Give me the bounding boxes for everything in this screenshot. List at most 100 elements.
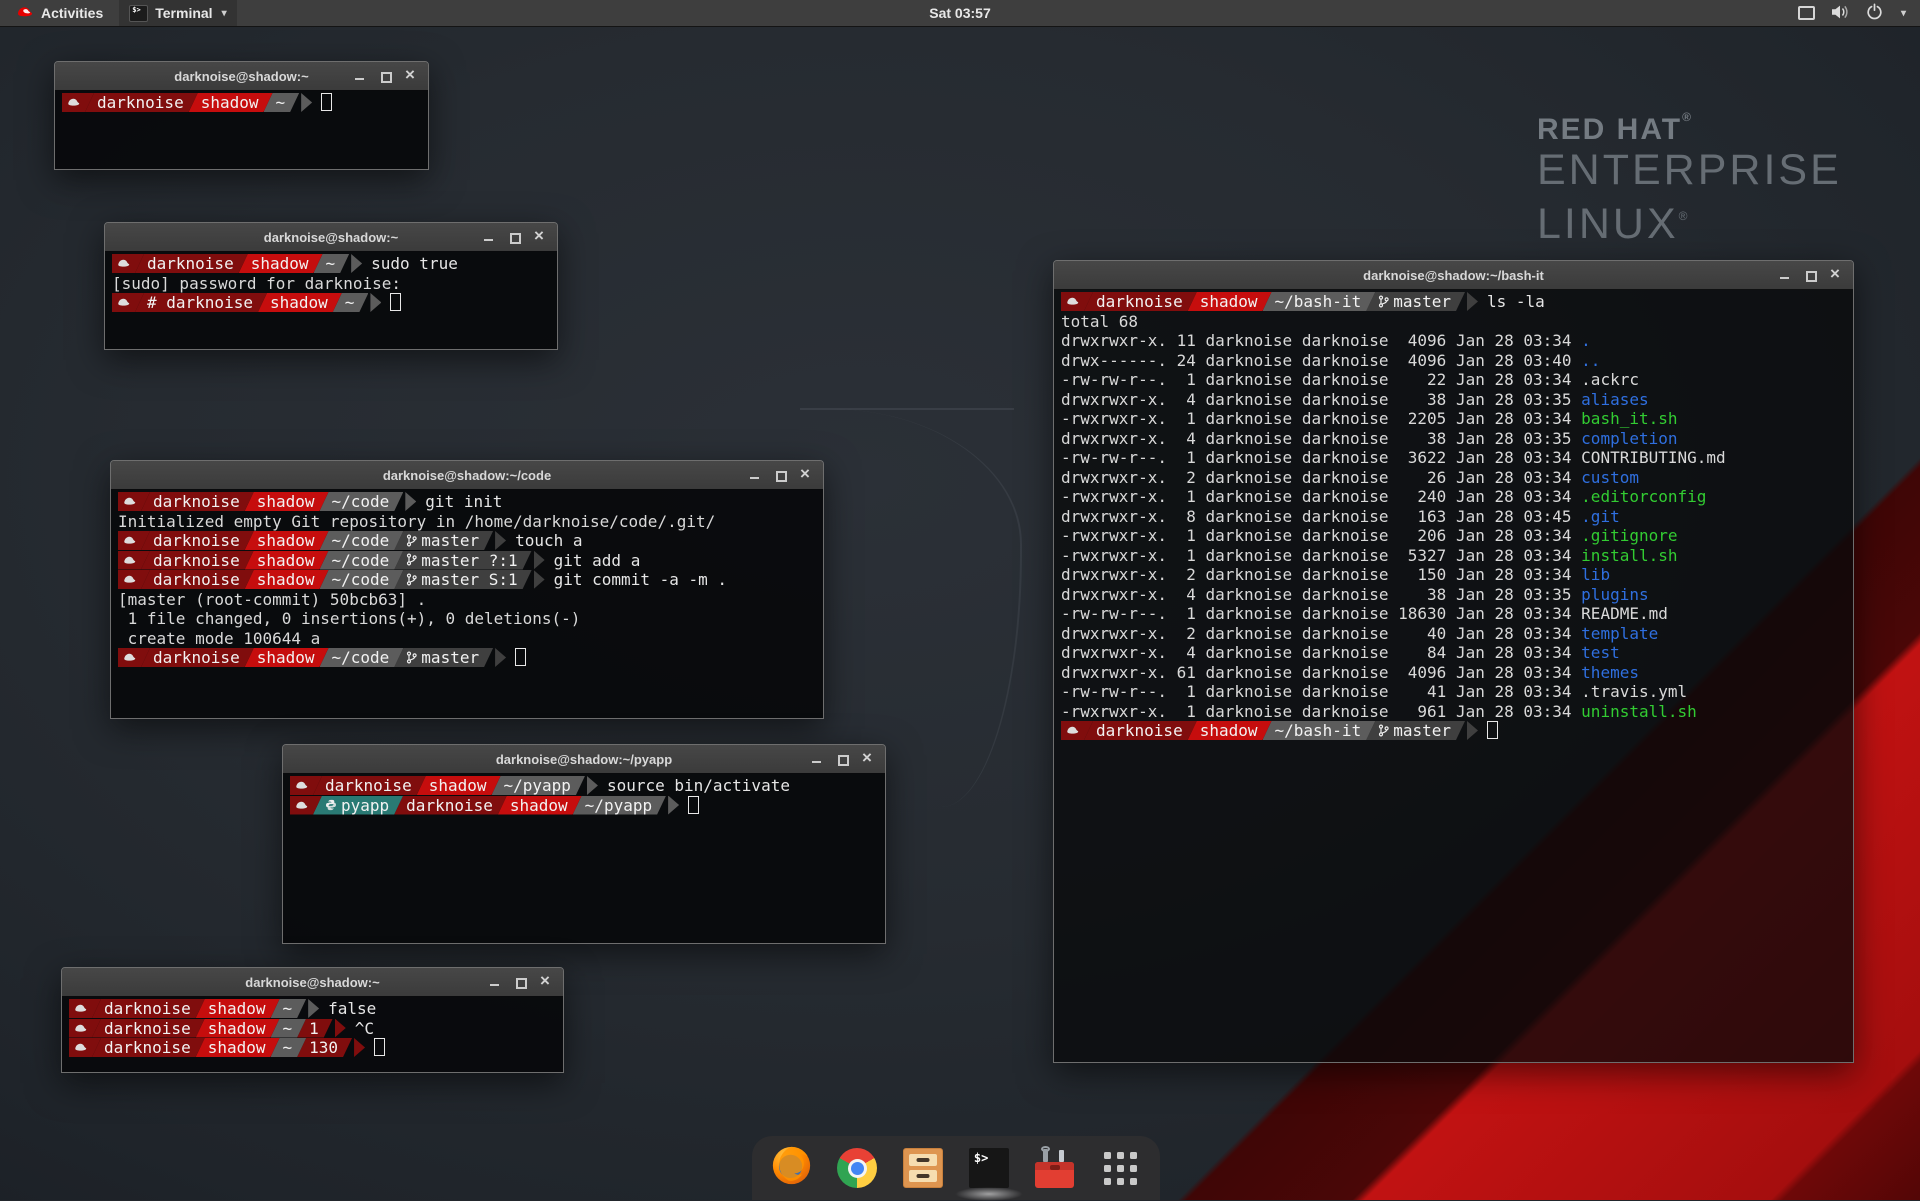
prompt-line: darknoiseshadow~sudo true bbox=[112, 254, 557, 274]
prompt-segment-user: darknoise bbox=[141, 551, 254, 570]
dock-item-terminal[interactable] bbox=[969, 1148, 1010, 1189]
toolbox-icon bbox=[1034, 1148, 1075, 1189]
ls-row: -rw-rw-r--. 1 darknoise darknoise 41 Jan… bbox=[1061, 682, 1853, 702]
volume-icon[interactable] bbox=[1831, 4, 1850, 23]
terminal-content[interactable]: darknoiseshadow~falsedarknoiseshadow~1^C… bbox=[62, 996, 563, 1072]
window-titlebar[interactable]: darknoise@shadow:~/bash-it bbox=[1054, 261, 1853, 290]
prompt-segment-host: shadow bbox=[196, 1038, 280, 1057]
ls-row: -rwxrwxr-x. 1 darknoise darknoise 240 Ja… bbox=[1061, 487, 1853, 507]
ls-row: -rwxrwxr-x. 1 darknoise darknoise 206 Ja… bbox=[1061, 526, 1853, 546]
close-button[interactable] bbox=[406, 71, 417, 82]
clock-label[interactable]: Sat 03:57 bbox=[929, 5, 990, 21]
close-button[interactable] bbox=[541, 977, 552, 988]
close-button[interactable] bbox=[863, 754, 874, 765]
prompt-arrow-icon bbox=[370, 293, 381, 312]
terminal-app-icon bbox=[129, 5, 148, 22]
close-button[interactable] bbox=[801, 470, 812, 481]
activities-button[interactable]: Activities bbox=[8, 0, 111, 26]
window-titlebar[interactable]: darknoise@shadow:~ bbox=[55, 62, 428, 91]
output-line: 1 file changed, 0 insertions(+), 0 delet… bbox=[118, 609, 823, 629]
app-menu-label: Terminal bbox=[155, 5, 212, 21]
minimize-button[interactable] bbox=[489, 977, 500, 988]
prompt-segment-host: shadow bbox=[258, 293, 342, 312]
terminal-content[interactable]: darknoiseshadow~/pyappsource bin/activat… bbox=[283, 773, 885, 943]
prompt-segment-path: ~/code bbox=[320, 531, 404, 550]
dock-item-chrome[interactable] bbox=[837, 1148, 878, 1189]
ls-row: drwxrwxr-x. 2 darknoise darknoise 40 Jan… bbox=[1061, 624, 1853, 644]
maximize-button[interactable] bbox=[837, 754, 848, 765]
command-text: git init bbox=[425, 492, 502, 511]
terminal-content[interactable]: darknoiseshadow~ bbox=[55, 90, 428, 169]
maximize-button[interactable] bbox=[380, 71, 391, 82]
minimize-button[interactable] bbox=[354, 71, 365, 82]
file-name: plugins bbox=[1581, 585, 1648, 604]
prompt-segment-user: # darknoise bbox=[135, 293, 267, 312]
prompt-segment-user: darknoise bbox=[1084, 721, 1197, 740]
ls-row: drwxrwxr-x. 4 darknoise darknoise 38 Jan… bbox=[1061, 429, 1853, 449]
output-line: total 68 bbox=[1061, 312, 1853, 332]
minimize-button[interactable] bbox=[483, 232, 494, 243]
maximize-button[interactable] bbox=[509, 232, 520, 243]
prompt-segment-host: shadow bbox=[1188, 292, 1272, 311]
app-menu-terminal[interactable]: Terminal ▾ bbox=[119, 0, 236, 26]
ls-row: drwxrwxr-x. 61 darknoise darknoise 4096 … bbox=[1061, 663, 1853, 683]
prompt-segment-host: shadow bbox=[196, 1019, 280, 1038]
clock-area: Sat 03:57 bbox=[0, 5, 1920, 21]
maximize-button[interactable] bbox=[1805, 270, 1816, 281]
minimize-button[interactable] bbox=[1779, 270, 1790, 281]
command-text: ^C bbox=[355, 1019, 374, 1038]
window-titlebar[interactable]: darknoise@shadow:~/code bbox=[111, 461, 823, 490]
ls-row: drwxrwxr-x. 8 darknoise darknoise 163 Ja… bbox=[1061, 507, 1853, 527]
active-app-glow bbox=[955, 1187, 1023, 1201]
window-titlebar[interactable]: darknoise@shadow:~/pyapp bbox=[283, 745, 885, 774]
prompt-segment-user: darknoise bbox=[92, 999, 205, 1018]
dock-item-toolbox[interactable] bbox=[1034, 1148, 1075, 1189]
chrome-icon bbox=[837, 1148, 877, 1188]
prompt-segment-host: shadow bbox=[245, 551, 329, 570]
screen-icon[interactable] bbox=[1798, 6, 1815, 20]
maximize-button[interactable] bbox=[775, 470, 786, 481]
prompt-line: darknoiseshadow~130 bbox=[69, 1038, 563, 1058]
file-name: install.sh bbox=[1581, 546, 1677, 565]
prompt-segment-path: ~/code bbox=[320, 648, 404, 667]
terminal-content[interactable]: darknoiseshadow~/bash-itmasterls -latota… bbox=[1054, 289, 1853, 1062]
files-icon bbox=[903, 1148, 943, 1188]
window-titlebar[interactable]: darknoise@shadow:~ bbox=[62, 968, 563, 997]
terminal-content[interactable]: darknoiseshadow~sudo true[sudo] password… bbox=[105, 251, 557, 349]
ls-row: -rw-rw-r--. 1 darknoise darknoise 18630 … bbox=[1061, 604, 1853, 624]
prompt-segment-branch: master bbox=[1366, 292, 1465, 311]
prompt-line: darknoiseshadow~/codemaster ?:1git add a bbox=[118, 551, 823, 571]
ls-row: -rw-rw-r--. 1 darknoise darknoise 22 Jan… bbox=[1061, 370, 1853, 390]
terminal-icon bbox=[969, 1148, 1009, 1188]
file-name: completion bbox=[1581, 429, 1677, 448]
prompt-arrow-icon bbox=[587, 776, 598, 795]
prompt-segment-path: ~/pyapp bbox=[573, 796, 666, 815]
file-name: test bbox=[1581, 643, 1620, 662]
dock-item-app-grid[interactable] bbox=[1100, 1148, 1141, 1189]
close-button[interactable] bbox=[535, 232, 546, 243]
minimize-button[interactable] bbox=[749, 470, 760, 481]
prompt-segment-user: darknoise bbox=[92, 1019, 205, 1038]
power-icon[interactable] bbox=[1866, 3, 1883, 23]
dock-item-firefox[interactable] bbox=[771, 1148, 812, 1189]
minimize-button[interactable] bbox=[811, 754, 822, 765]
file-name: README.md bbox=[1581, 604, 1668, 623]
file-name: CONTRIBUTING.md bbox=[1581, 448, 1726, 467]
prompt-arrow-icon bbox=[335, 1019, 346, 1038]
prompt-line: darknoiseshadow~/pyappsource bin/activat… bbox=[290, 776, 885, 796]
window-titlebar[interactable]: darknoise@shadow:~ bbox=[105, 223, 557, 252]
app-grid-icon bbox=[1104, 1152, 1137, 1185]
prompt-line: darknoiseshadow~ bbox=[62, 93, 428, 113]
terminal-content[interactable]: darknoiseshadow~/codegit initInitialized… bbox=[111, 489, 823, 718]
ls-row: drwxrwxr-x. 4 darknoise darknoise 38 Jan… bbox=[1061, 585, 1853, 605]
file-name: template bbox=[1581, 624, 1658, 643]
dock-item-files[interactable] bbox=[903, 1148, 944, 1189]
command-text: sudo true bbox=[371, 254, 458, 273]
file-name: .git bbox=[1581, 507, 1620, 526]
system-menu-chevron-icon[interactable]: ▾ bbox=[1901, 8, 1906, 19]
terminal-window-home-small: darknoise@shadow:~ darknoiseshadow~ bbox=[54, 61, 429, 170]
ls-row: drwx------. 24 darknoise darknoise 4096 … bbox=[1061, 351, 1853, 371]
maximize-button[interactable] bbox=[515, 977, 526, 988]
close-button[interactable] bbox=[1831, 270, 1842, 281]
file-name: .gitignore bbox=[1581, 526, 1677, 545]
